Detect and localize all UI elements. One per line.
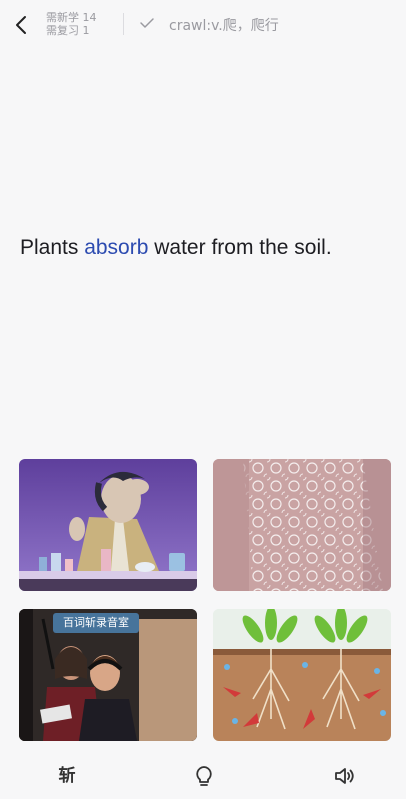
chevron-left-icon [16, 16, 26, 34]
header-divider [123, 13, 124, 35]
zhan-label: 斩 [58, 766, 76, 786]
review-words-count: 需复习 1 [46, 24, 90, 37]
sentence-after: water from the soil. [148, 236, 332, 259]
progress-counters: 需新学 14 需复习 1 [46, 11, 97, 37]
sentence-before: Plants [20, 236, 85, 259]
back-button[interactable] [12, 13, 32, 37]
speaker-icon [335, 768, 354, 784]
answer-option-4[interactable] [213, 609, 391, 741]
answer-option-3[interactable]: 百词斩录音室 [19, 609, 197, 741]
lightbulb-icon [196, 766, 212, 786]
studio-caption: 百词斩录音室 [63, 616, 129, 629]
check-icon [140, 18, 154, 28]
example-sentence: Plants absorb water from the soil. [20, 236, 390, 260]
sentence-keyword: absorb [84, 236, 149, 259]
answer-option-1[interactable] [19, 459, 197, 591]
option-4-image [213, 609, 391, 741]
answer-option-2[interactable] [213, 459, 391, 591]
new-words-count: 需新学 14 [46, 11, 97, 24]
sound-button[interactable] [332, 764, 356, 788]
top-bar: 需新学 14 需复习 1 crawl:v.爬，爬行 [0, 0, 406, 48]
zhan-button[interactable]: 斩 [55, 764, 79, 788]
previous-word-definition[interactable]: crawl:v.爬，爬行 [169, 15, 279, 35]
hint-button[interactable] [192, 764, 216, 788]
option-2-image [213, 459, 391, 591]
option-1-image [19, 471, 197, 591]
